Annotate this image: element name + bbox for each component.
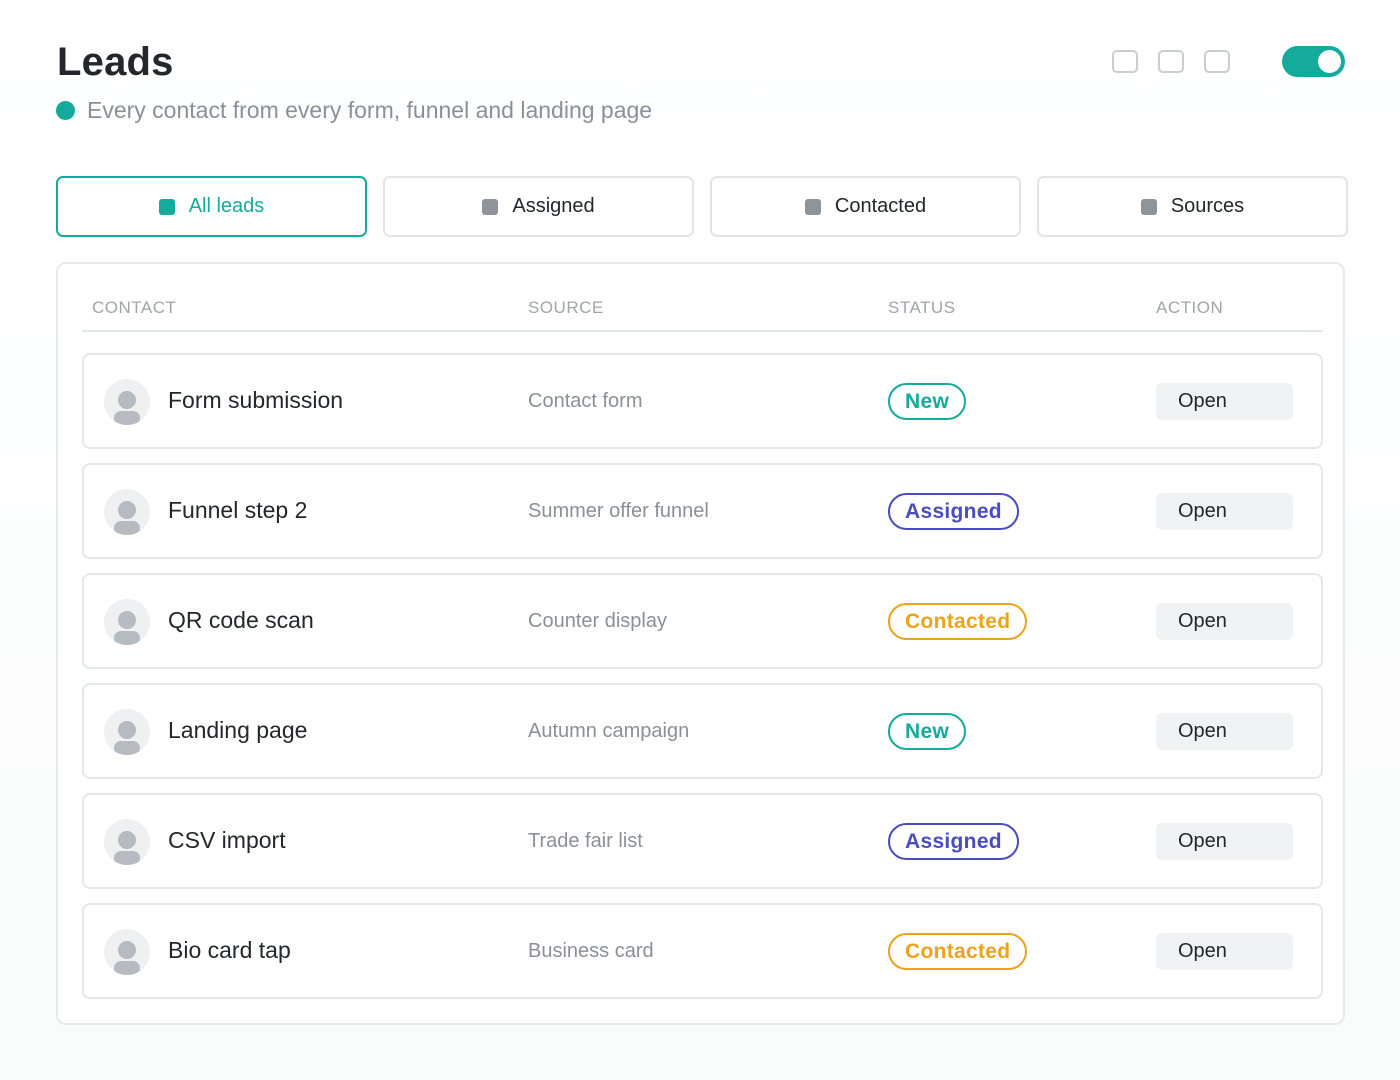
lead-source: Trade fair list <box>528 830 643 852</box>
page-title: Leads <box>57 40 174 84</box>
table-row[interactable]: Funnel step 2 Summer offer funnel Assign… <box>82 463 1323 559</box>
open-button[interactable]: Open <box>1156 713 1293 750</box>
status-badge: New <box>888 713 967 750</box>
contact-name: Funnel step 2 <box>168 497 308 523</box>
toggle-knob <box>1318 50 1341 73</box>
column-header-source: SOURCE <box>528 298 604 317</box>
column-header-status: STATUS <box>888 298 956 317</box>
tab-label: All leads <box>188 195 265 217</box>
open-button[interactable]: Open <box>1156 933 1293 970</box>
status-badge: New <box>888 383 967 420</box>
square-icon <box>158 198 175 215</box>
leads-table: CONTACT SOURCE STATUS ACTION Form submis… <box>56 262 1345 1025</box>
table-row[interactable]: Bio card tap Business card Contacted Ope… <box>82 903 1323 999</box>
filter-tabs: All leads Assigned Contacted Sources <box>56 176 1348 237</box>
subtitle-text: Every contact from every form, funnel an… <box>87 97 653 123</box>
window-controls <box>1112 50 1230 73</box>
status-badge: Assigned <box>888 823 1019 860</box>
open-button[interactable]: Open <box>1156 603 1293 640</box>
square-icon <box>804 198 821 215</box>
user-avatar-icon <box>104 819 150 865</box>
table-body: Form submission Contact form New Open Fu… <box>82 353 1323 1013</box>
status-badge: Contacted <box>888 933 1028 970</box>
open-button[interactable]: Open <box>1156 823 1293 860</box>
contact-name: CSV import <box>168 827 286 853</box>
tab-assigned[interactable]: Assigned <box>383 176 694 237</box>
table-row[interactable]: Landing page Autumn campaign New Open <box>82 683 1323 779</box>
user-avatar-icon <box>104 599 150 645</box>
tab-all-leads[interactable]: All leads <box>56 176 367 237</box>
column-header-contact: CONTACT <box>92 298 177 317</box>
contact-name: Landing page <box>168 717 308 743</box>
table-row[interactable]: QR code scan Counter display Contacted O… <box>82 573 1323 669</box>
user-avatar-icon <box>104 379 150 425</box>
lead-source: Summer offer funnel <box>528 500 709 522</box>
table-header: CONTACT SOURCE STATUS ACTION <box>82 264 1323 332</box>
square-icon <box>482 198 499 215</box>
table-row[interactable]: CSV import Trade fair list Assigned Open <box>82 793 1323 889</box>
user-avatar-icon <box>104 489 150 535</box>
status-badge: Assigned <box>888 493 1019 530</box>
lead-source: Autumn campaign <box>528 720 690 742</box>
status-dot-icon <box>56 101 75 120</box>
contact-name: Bio card tap <box>168 937 291 963</box>
view-toggle[interactable] <box>1282 46 1345 77</box>
square-icon <box>1140 198 1157 215</box>
tab-label: Assigned <box>512 195 595 217</box>
contact-name: Form submission <box>168 387 344 413</box>
page-subtitle: Every contact from every form, funnel an… <box>56 97 652 124</box>
tab-sources[interactable]: Sources <box>1037 176 1348 237</box>
open-button[interactable]: Open <box>1156 493 1293 530</box>
user-avatar-icon <box>104 709 150 755</box>
lead-source: Business card <box>528 940 654 962</box>
window-control-1[interactable] <box>1112 50 1138 73</box>
status-badge: Contacted <box>888 603 1028 640</box>
window-control-3[interactable] <box>1204 50 1230 73</box>
table-row[interactable]: Form submission Contact form New Open <box>82 353 1323 449</box>
column-header-action: ACTION <box>1156 298 1224 317</box>
leads-page: Leads Every contact from every form, fun… <box>0 0 1400 1080</box>
tab-label: Contacted <box>834 195 927 217</box>
user-avatar-icon <box>104 929 150 975</box>
tab-label: Sources <box>1170 195 1245 217</box>
lead-source: Counter display <box>528 610 667 632</box>
tab-contacted[interactable]: Contacted <box>710 176 1021 237</box>
lead-source: Contact form <box>528 390 643 412</box>
open-button[interactable]: Open <box>1156 383 1293 420</box>
window-control-2[interactable] <box>1158 50 1184 73</box>
contact-name: QR code scan <box>168 607 314 633</box>
